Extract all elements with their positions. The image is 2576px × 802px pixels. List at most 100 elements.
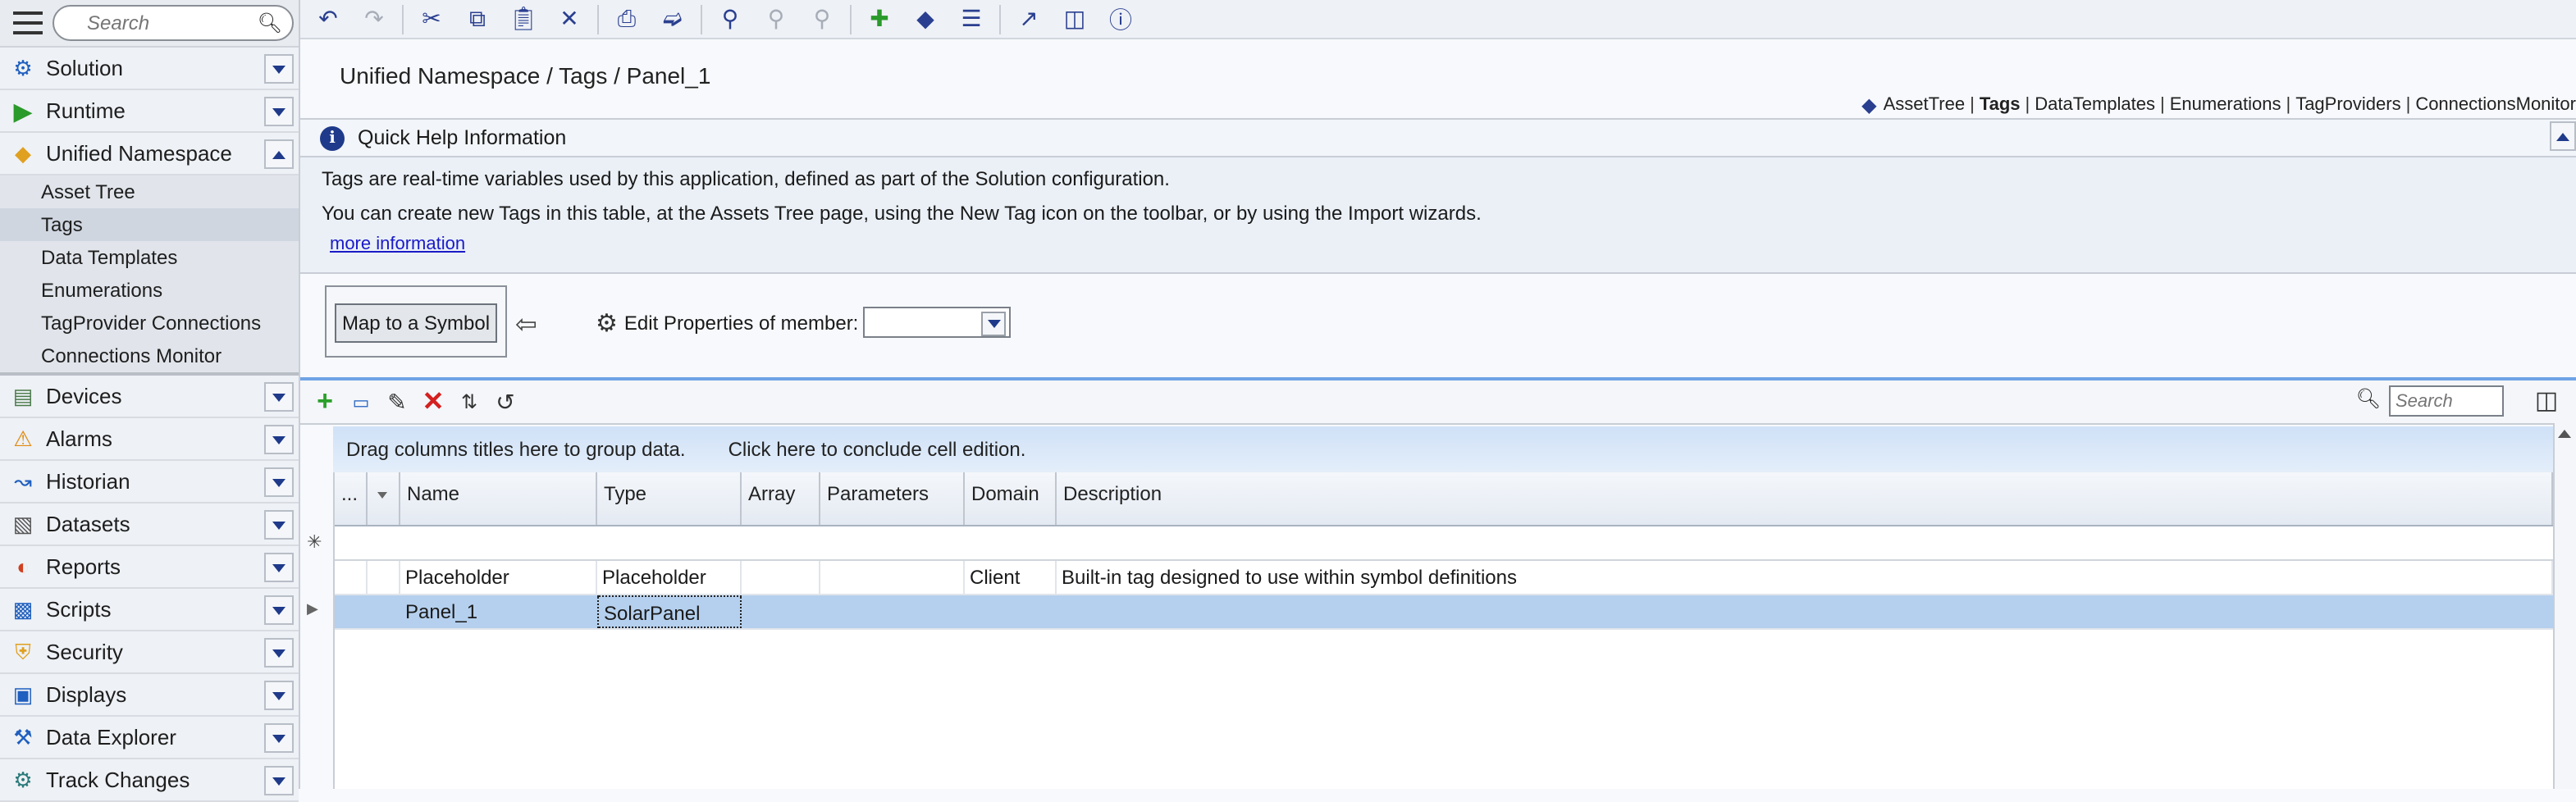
sidebar-item-connections-monitor[interactable]: Connections Monitor (0, 339, 299, 372)
redo-icon[interactable]: ↷ (356, 2, 392, 35)
link-tagproviders[interactable]: TagProviders (2295, 95, 2400, 115)
chevron-down-icon[interactable] (264, 467, 294, 497)
tag-settings-icon[interactable]: ◆ (907, 2, 943, 35)
nav-reports[interactable]: ◐ Reports (0, 546, 299, 589)
edit-icon[interactable]: ✎ (382, 387, 412, 417)
nav-data-explorer[interactable]: ⚒ Data Explorer (0, 717, 299, 759)
nav-displays[interactable]: ▣ Displays (0, 674, 299, 717)
chevron-down-icon[interactable] (264, 97, 294, 126)
copy-icon[interactable]: ⧉ (459, 2, 496, 35)
column-header-filter[interactable] (368, 472, 400, 525)
column-header-more[interactable]: ... (335, 472, 368, 525)
find-next-icon[interactable]: ⚲ (758, 2, 794, 35)
table-row-selected[interactable]: ▶ Panel_1 SolarPanel (307, 595, 2553, 630)
export-icon[interactable]: ➫ (655, 2, 691, 35)
link-datatemplates[interactable]: DataTemplates (2035, 95, 2155, 115)
new-tag-icon[interactable]: ✚ (861, 2, 897, 35)
scroll-up-icon[interactable] (2558, 430, 2571, 438)
grid-search-input[interactable] (2389, 385, 2504, 417)
tree-icon[interactable]: ☰ (953, 2, 989, 35)
link-connectionsmonitor[interactable]: ConnectionsMonitor (2415, 95, 2576, 115)
print-icon[interactable]: ⎙ (609, 2, 645, 35)
nav-unified-namespace[interactable]: ◆ Unified Namespace (0, 133, 299, 175)
cell-array[interactable] (742, 595, 820, 628)
help-icon[interactable]: ⓘ (1103, 2, 1139, 35)
link-enumerations[interactable]: Enumerations (2170, 95, 2281, 115)
column-header-parameters[interactable]: Parameters (820, 472, 965, 525)
comment-icon[interactable]: ◫ (1057, 2, 1093, 35)
find-previous-icon[interactable]: ⚲ (804, 2, 840, 35)
chevron-down-icon[interactable] (264, 553, 294, 582)
column-header-name[interactable]: Name (400, 472, 597, 525)
chevron-down-icon[interactable] (264, 510, 294, 540)
chevron-down-icon[interactable] (264, 425, 294, 454)
open-external-icon[interactable]: ↗ (1011, 2, 1047, 35)
sidebar-item-asset-tree[interactable]: Asset Tree (0, 175, 299, 208)
nav-alarms[interactable]: ⚠ Alarms (0, 418, 299, 461)
rename-icon[interactable]: ▭ (346, 387, 376, 417)
cell-description[interactable]: Built-in tag designed to use within symb… (1057, 561, 2553, 594)
sidebar-search[interactable]: 🔍︎ (53, 5, 294, 41)
nav-security[interactable]: ⛨ Security (0, 631, 299, 674)
sidebar-item-tags[interactable]: Tags (0, 208, 299, 241)
search-icon[interactable]: 🔍︎ (258, 11, 282, 34)
sidebar-item-data-templates[interactable]: Data Templates (0, 241, 299, 274)
sort-icon[interactable]: ⇅ (454, 387, 484, 417)
nav-solution[interactable]: ⚙ Solution (0, 48, 299, 90)
cell-type[interactable]: Placeholder (597, 561, 742, 594)
columns-icon[interactable]: ◫ (2530, 384, 2563, 417)
cell-domain[interactable] (965, 595, 1057, 628)
cut-icon[interactable]: ✂ (413, 2, 450, 35)
cell-description[interactable] (1057, 595, 2553, 628)
collapse-icon[interactable] (2550, 121, 2576, 151)
menu-icon[interactable] (13, 11, 43, 34)
add-row-icon[interactable]: + (310, 385, 340, 417)
cell-name[interactable]: Panel_1 (400, 595, 597, 628)
column-header-description[interactable]: Description (1057, 472, 2553, 525)
table-row[interactable]: Placeholder Placeholder Client Built-in … (335, 561, 2553, 595)
column-header-domain[interactable]: Domain (965, 472, 1057, 525)
map-to-symbol-button[interactable]: Map to a Symbol (335, 303, 497, 343)
link-assettree[interactable]: AssetTree (1884, 95, 1965, 115)
member-select[interactable] (863, 307, 1011, 338)
nav-datasets[interactable]: ▧ Datasets (0, 504, 299, 546)
chevron-down-icon[interactable] (264, 766, 294, 795)
more-information-link[interactable]: more information (330, 235, 465, 254)
delete-row-icon[interactable]: ✕ (418, 387, 448, 417)
conclude-edit-hint[interactable]: Click here to conclude cell edition. (728, 438, 1026, 461)
quick-help-header[interactable]: i Quick Help Information (300, 118, 2576, 157)
nav-track-changes[interactable]: ⚙ Track Changes (0, 759, 299, 802)
nav-historian[interactable]: ↝ Historian (0, 461, 299, 504)
sidebar-item-tagprovider-connections[interactable]: TagProvider Connections (0, 307, 299, 339)
group-panel[interactable]: Drag columns titles here to group data. … (333, 426, 2553, 472)
nav-runtime[interactable]: ▶ Runtime (0, 90, 299, 133)
group-hint[interactable]: Drag columns titles here to group data. (346, 438, 686, 461)
cell-type[interactable]: SolarPanel (597, 595, 742, 628)
arrow-left-icon[interactable]: ⇦ (515, 308, 537, 341)
chevron-down-icon[interactable] (264, 382, 294, 412)
sidebar-search-input[interactable] (84, 10, 258, 36)
vertical-scrollbar[interactable] (2553, 423, 2576, 789)
nav-scripts[interactable]: ▩ Scripts (0, 589, 299, 631)
link-tags[interactable]: Tags (1980, 95, 2021, 115)
chevron-down-icon[interactable] (264, 681, 294, 710)
chevron-down-icon[interactable] (264, 723, 294, 753)
history-icon[interactable]: ↺ (491, 387, 520, 417)
cell-array[interactable] (742, 561, 820, 594)
sidebar-item-enumerations[interactable]: Enumerations (0, 274, 299, 307)
new-row[interactable]: ✳ (307, 526, 2553, 561)
chevron-down-icon[interactable] (264, 595, 294, 625)
chevron-down-icon[interactable] (264, 638, 294, 668)
chevron-down-icon[interactable] (981, 312, 1006, 336)
chevron-up-icon[interactable] (264, 139, 294, 169)
delete-icon[interactable]: ✕ (551, 2, 587, 35)
cell-parameters[interactable] (820, 595, 965, 628)
cell-name[interactable]: Placeholder (400, 561, 597, 594)
chevron-down-icon[interactable] (264, 54, 294, 84)
nav-devices[interactable]: ▤ Devices (0, 376, 299, 418)
find-icon[interactable]: ⚲ (712, 2, 748, 35)
cell-domain[interactable]: Client (965, 561, 1057, 594)
cell-parameters[interactable] (820, 561, 965, 594)
undo-icon[interactable]: ↶ (310, 2, 346, 35)
paste-icon[interactable]: 📋︎ (505, 2, 541, 35)
